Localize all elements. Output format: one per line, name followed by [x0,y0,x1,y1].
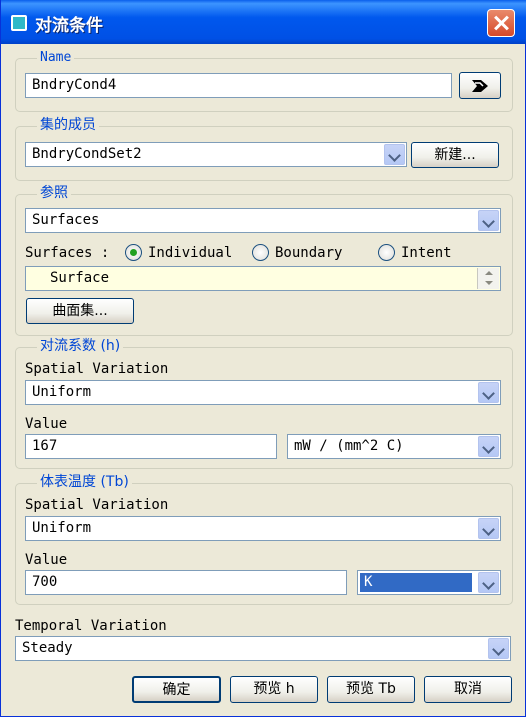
window-icon [11,15,27,31]
chevron-down-icon[interactable] [488,638,509,659]
close-icon[interactable] [487,9,515,37]
chevron-down-icon[interactable] [478,436,499,457]
name-group-legend: Name [37,51,75,65]
radio-individual[interactable] [125,244,142,261]
temporal-select[interactable]: Steady [15,636,511,661]
spinner-icon[interactable] [477,268,499,289]
surfaces-label: Surfaces : [25,245,110,261]
preview-h-button[interactable]: 预览 h [230,676,318,703]
convection-condition-dialog: 对流条件 Name BndryCond4 集的成员 BndryCondSet2 … [0,0,526,717]
radio-intent-label[interactable]: Intent [401,245,452,261]
coeff-unit-value: mW / (mm^2 C) [294,438,404,454]
ok-button[interactable]: 确定 [132,676,221,703]
surface-list[interactable]: Surface [25,266,501,291]
select-entity-button[interactable] [459,72,501,99]
coeff-value-label: Value [25,416,68,432]
chevron-down-icon[interactable] [478,382,499,403]
temp-unit-value: K [360,573,472,592]
coeff-value-input[interactable]: 167 [25,434,277,459]
temp-spatial-select[interactable]: Uniform [25,516,501,541]
surface-set-button[interactable]: 曲面集... [26,298,134,324]
pointer-icon [472,80,488,92]
title-bar[interactable]: 对流条件 [1,0,526,44]
temp-unit-select[interactable]: K [357,570,501,595]
coeff-spatial-value: Uniform [32,384,92,400]
set-member-select[interactable]: BndryCondSet2 [25,142,407,167]
reference-type-value: Surfaces [32,212,100,228]
cancel-button[interactable]: 取消 [424,676,512,703]
temp-spatial-label: Spatial Variation [25,497,169,513]
temp-value-input[interactable]: 700 [25,570,347,595]
reference-type-select[interactable]: Surfaces [25,208,501,233]
reference-legend: 参照 [37,186,71,200]
set-member-value: BndryCondSet2 [32,146,142,162]
bulk-temp-legend: 体表温度 (Tb) [37,475,132,489]
coeff-spatial-label: Spatial Variation [25,361,169,377]
temporal-label: Temporal Variation [15,618,167,634]
radio-individual-label[interactable]: Individual [148,245,232,261]
radio-boundary[interactable] [252,244,269,261]
temp-spatial-value: Uniform [32,520,92,536]
preview-tb-button[interactable]: 预览 Tb [327,676,415,703]
temporal-value: Steady [22,640,73,656]
set-member-legend: 集的成员 [37,118,99,132]
list-item[interactable]: Surface [50,268,109,289]
name-input[interactable]: BndryCond4 [25,73,452,98]
chevron-down-icon[interactable] [478,210,499,231]
temp-value-label: Value [25,552,68,568]
chevron-down-icon[interactable] [478,518,499,539]
chevron-down-icon[interactable] [478,572,499,593]
convection-coeff-legend: 对流系数 (h) [37,339,124,353]
coeff-spatial-select[interactable]: Uniform [25,380,501,405]
chevron-down-icon[interactable] [384,144,405,165]
window-title: 对流条件 [35,16,103,36]
radio-boundary-label[interactable]: Boundary [275,245,342,261]
new-set-button[interactable]: 新建... [411,142,499,168]
radio-intent[interactable] [378,244,395,261]
coeff-unit-select[interactable]: mW / (mm^2 C) [287,434,501,459]
